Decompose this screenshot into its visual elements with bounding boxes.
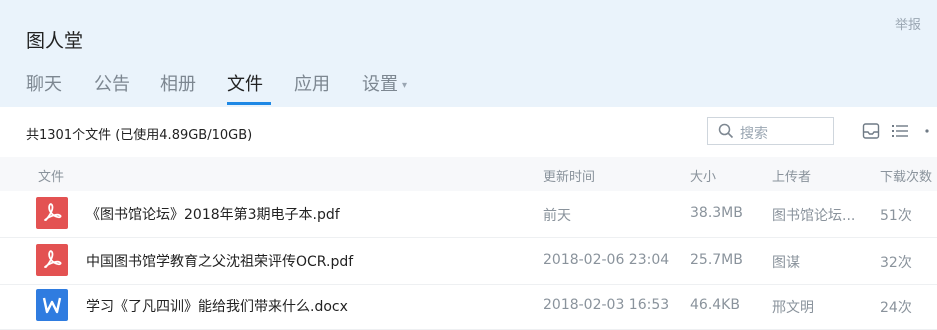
file-uploader[interactable]: 邢文明 (772, 297, 814, 317)
file-downloads: 32次 (880, 255, 912, 271)
file-updated: 2018-02-03 16:53 (543, 297, 670, 313)
pdf-icon (36, 197, 68, 229)
column-file[interactable]: 文件 (38, 166, 64, 185)
search-input[interactable]: 搜索 (707, 117, 834, 145)
more-icon[interactable] (922, 121, 932, 141)
active-tab-indicator (227, 102, 271, 105)
column-downloads[interactable]: 下载次数 (880, 166, 932, 185)
tab-files[interactable]: 文件 (227, 70, 263, 96)
group-name: 图人堂 (26, 30, 84, 52)
word-icon (36, 289, 68, 321)
file-downloads: 51次 (880, 208, 912, 224)
column-size[interactable]: 大小 (690, 166, 716, 185)
file-updated: 2018-02-06 23:04 (543, 252, 670, 268)
files-toolbar: 共1301个文件 (已使用4.89GB/10GB) 搜索 (0, 107, 937, 157)
tab-apps[interactable]: 应用 (294, 70, 330, 96)
column-uploader[interactable]: 上传者 (772, 166, 811, 185)
tab-announcement[interactable]: 公告 (94, 70, 130, 96)
group-header: 图人堂 举报 聊天 公告 相册 文件 应用 设置 ▾ (0, 0, 937, 107)
file-name[interactable]: 学习《了凡四训》能给我们带来什么.docx (86, 296, 348, 316)
file-name[interactable]: 《图书馆论坛》2018年第3期电子本.pdf (86, 204, 340, 224)
pdf-icon (36, 244, 68, 276)
column-updated[interactable]: 更新时间 (543, 166, 595, 185)
caret-down-icon: ▾ (402, 79, 408, 91)
tab-chat[interactable]: 聊天 (26, 70, 62, 96)
table-row[interactable]: 中国图书馆学教育之父沈祖荣评传OCR.pdf 2018-02-06 23:04 … (0, 240, 937, 285)
tab-settings-label: 设置 (362, 74, 398, 95)
search-placeholder: 搜索 (740, 126, 768, 142)
table-row[interactable]: 《图书馆论坛》2018年第3期电子本.pdf 前天 38.3MB 图书馆论坛..… (0, 193, 937, 238)
file-size: 25.7MB (690, 252, 743, 268)
file-uploader[interactable]: 图书馆论坛... (772, 205, 855, 225)
tab-album[interactable]: 相册 (160, 70, 196, 96)
search-icon (718, 123, 734, 139)
file-uploader[interactable]: 图谋 (772, 252, 800, 272)
tab-settings[interactable]: 设置 ▾ (362, 70, 407, 96)
file-downloads: 24次 (880, 300, 912, 316)
file-updated: 前天 (543, 208, 571, 224)
table-row[interactable]: 学习《了凡四训》能给我们带来什么.docx 2018-02-03 16:53 4… (0, 285, 937, 330)
list-view-icon[interactable] (890, 121, 910, 141)
upload-icon[interactable] (861, 121, 881, 141)
file-size: 46.4KB (690, 297, 740, 313)
storage-summary: 共1301个文件 (已使用4.89GB/10GB) (26, 128, 253, 143)
table-header: 文件 更新时间 大小 上传者 下载次数 (0, 157, 937, 191)
file-size: 38.3MB (690, 205, 743, 221)
file-name[interactable]: 中国图书馆学教育之父沈祖荣评传OCR.pdf (86, 251, 353, 271)
report-link[interactable]: 举报 (895, 14, 921, 33)
